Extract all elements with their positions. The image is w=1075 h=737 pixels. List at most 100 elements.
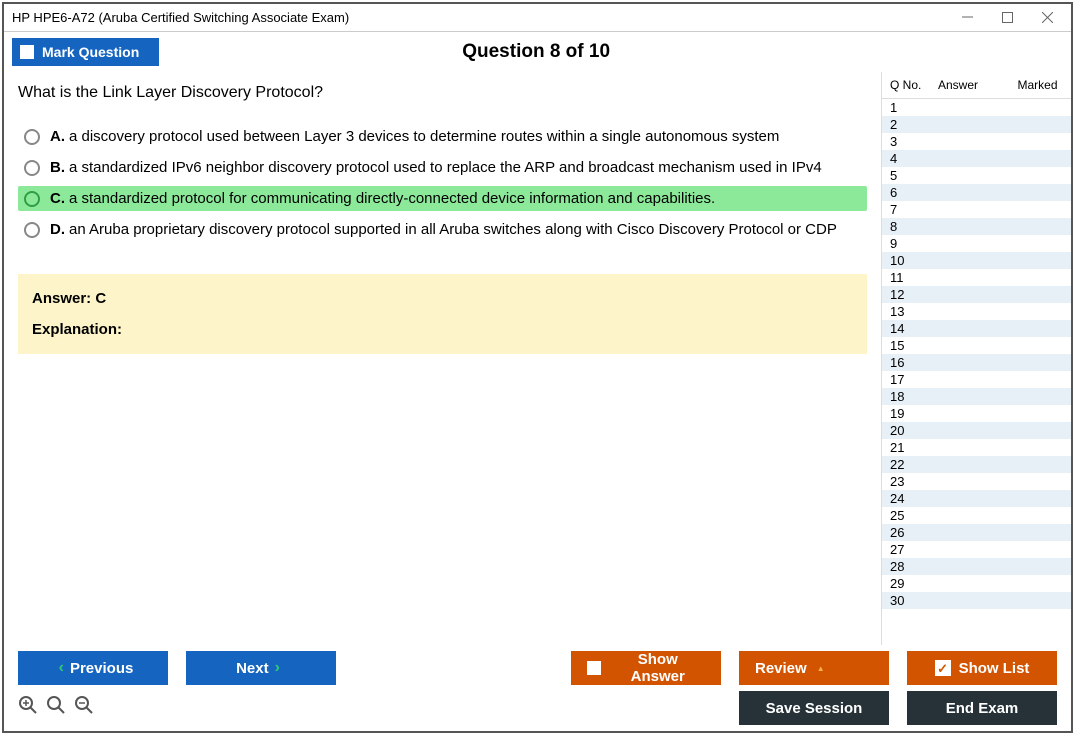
option-b[interactable]: B. a standardized IPv6 neighbor discover…	[18, 155, 867, 180]
question-number: 18	[890, 389, 938, 404]
end-exam-label: End Exam	[946, 700, 1019, 717]
col-marked: Marked	[1008, 78, 1067, 92]
zoom-out-icon[interactable]	[74, 695, 94, 721]
next-button[interactable]: Next ›	[186, 651, 336, 685]
option-letter: B.	[50, 159, 65, 176]
question-number: 10	[890, 253, 938, 268]
next-label: Next	[236, 660, 269, 677]
question-row[interactable]: 11	[882, 269, 1071, 286]
question-row[interactable]: 8	[882, 218, 1071, 235]
question-row[interactable]: 26	[882, 524, 1071, 541]
question-row[interactable]: 13	[882, 303, 1071, 320]
question-number: 15	[890, 338, 938, 353]
question-row[interactable]: 10	[882, 252, 1071, 269]
col-answer: Answer	[938, 78, 1008, 92]
minimize-button[interactable]	[947, 6, 987, 30]
radio-icon	[24, 129, 40, 145]
zoom-controls	[18, 695, 94, 721]
review-label: Review	[755, 660, 807, 677]
window-title: HP HPE6-A72 (Aruba Certified Switching A…	[8, 10, 947, 25]
show-list-label: Show List	[959, 660, 1030, 677]
sidebar-list[interactable]: 1234567891011121314151617181920212223242…	[882, 99, 1071, 645]
question-row[interactable]: 1	[882, 99, 1071, 116]
question-row[interactable]: 2	[882, 116, 1071, 133]
question-row[interactable]: 25	[882, 507, 1071, 524]
question-row[interactable]: 19	[882, 405, 1071, 422]
sidebar-header: Q No. Answer Marked	[882, 72, 1071, 99]
content-row: What is the Link Layer Discovery Protoco…	[4, 72, 1071, 645]
question-number: 24	[890, 491, 938, 506]
question-row[interactable]: 15	[882, 337, 1071, 354]
checkbox-icon	[587, 661, 601, 675]
question-number: 9	[890, 236, 938, 251]
option-a[interactable]: A. a discovery protocol used between Lay…	[18, 124, 867, 149]
question-row[interactable]: 28	[882, 558, 1071, 575]
question-row[interactable]: 22	[882, 456, 1071, 473]
option-c[interactable]: C. a standardized protocol for communica…	[18, 186, 867, 211]
question-number: 21	[890, 440, 938, 455]
question-row[interactable]: 4	[882, 150, 1071, 167]
chevron-left-icon: ‹	[59, 659, 64, 677]
question-row[interactable]: 18	[882, 388, 1071, 405]
question-number: 27	[890, 542, 938, 557]
question-number: 3	[890, 134, 938, 149]
question-number: 29	[890, 576, 938, 591]
question-number: 2	[890, 117, 938, 132]
show-answer-label: Show Answer	[611, 651, 705, 685]
footer-row-2: Save Session End Exam	[18, 691, 1057, 725]
save-session-button[interactable]: Save Session	[739, 691, 889, 725]
question-row[interactable]: 17	[882, 371, 1071, 388]
question-row[interactable]: 23	[882, 473, 1071, 490]
maximize-button[interactable]	[987, 6, 1027, 30]
options-list: A. a discovery protocol used between Lay…	[18, 124, 867, 242]
app-window: HP HPE6-A72 (Aruba Certified Switching A…	[2, 2, 1073, 733]
question-row[interactable]: 5	[882, 167, 1071, 184]
question-row[interactable]: 9	[882, 235, 1071, 252]
zoom-reset-icon[interactable]	[46, 695, 66, 721]
question-row[interactable]: 27	[882, 541, 1071, 558]
question-row[interactable]: 21	[882, 439, 1071, 456]
option-letter: C.	[50, 190, 65, 207]
explanation-label: Explanation:	[32, 321, 853, 338]
question-row[interactable]: 20	[882, 422, 1071, 439]
question-row[interactable]: 24	[882, 490, 1071, 507]
question-number: 17	[890, 372, 938, 387]
option-d[interactable]: D. an Aruba proprietary discovery protoc…	[18, 217, 867, 242]
option-text: a standardized IPv6 neighbor discovery p…	[69, 159, 822, 176]
question-row[interactable]: 6	[882, 184, 1071, 201]
question-counter: Question 8 of 10	[9, 41, 1063, 63]
question-row[interactable]: 14	[882, 320, 1071, 337]
show-answer-button[interactable]: Show Answer	[571, 651, 721, 685]
footer-row-1: ‹ Previous Next › Show Answer Review ▲ ✓…	[18, 651, 1057, 685]
question-number: 30	[890, 593, 938, 608]
option-text: a discovery protocol used between Layer …	[69, 128, 779, 145]
header-row: Mark Question Question 8 of 10	[4, 32, 1071, 72]
question-number: 12	[890, 287, 938, 302]
question-number: 26	[890, 525, 938, 540]
question-row[interactable]: 29	[882, 575, 1071, 592]
close-button[interactable]	[1027, 6, 1067, 30]
save-session-label: Save Session	[766, 700, 863, 717]
titlebar: HP HPE6-A72 (Aruba Certified Switching A…	[4, 4, 1071, 32]
answer-line: Answer: C	[32, 290, 853, 307]
show-list-button[interactable]: ✓ Show List	[907, 651, 1057, 685]
question-row[interactable]: 16	[882, 354, 1071, 371]
question-row[interactable]: 3	[882, 133, 1071, 150]
end-exam-button[interactable]: End Exam	[907, 691, 1057, 725]
question-number: 7	[890, 202, 938, 217]
zoom-in-icon[interactable]	[18, 695, 38, 721]
previous-button[interactable]: ‹ Previous	[18, 651, 168, 685]
option-letter: D.	[50, 221, 65, 238]
question-text: What is the Link Layer Discovery Protoco…	[18, 84, 867, 102]
question-row[interactable]: 7	[882, 201, 1071, 218]
answer-box: Answer: C Explanation:	[18, 274, 867, 354]
previous-label: Previous	[70, 660, 133, 677]
radio-icon	[24, 160, 40, 176]
question-number: 11	[890, 270, 938, 285]
question-row[interactable]: 30	[882, 592, 1071, 609]
question-row[interactable]: 12	[882, 286, 1071, 303]
question-number: 13	[890, 304, 938, 319]
question-number: 1	[890, 100, 938, 115]
review-button[interactable]: Review ▲	[739, 651, 889, 685]
question-number: 25	[890, 508, 938, 523]
